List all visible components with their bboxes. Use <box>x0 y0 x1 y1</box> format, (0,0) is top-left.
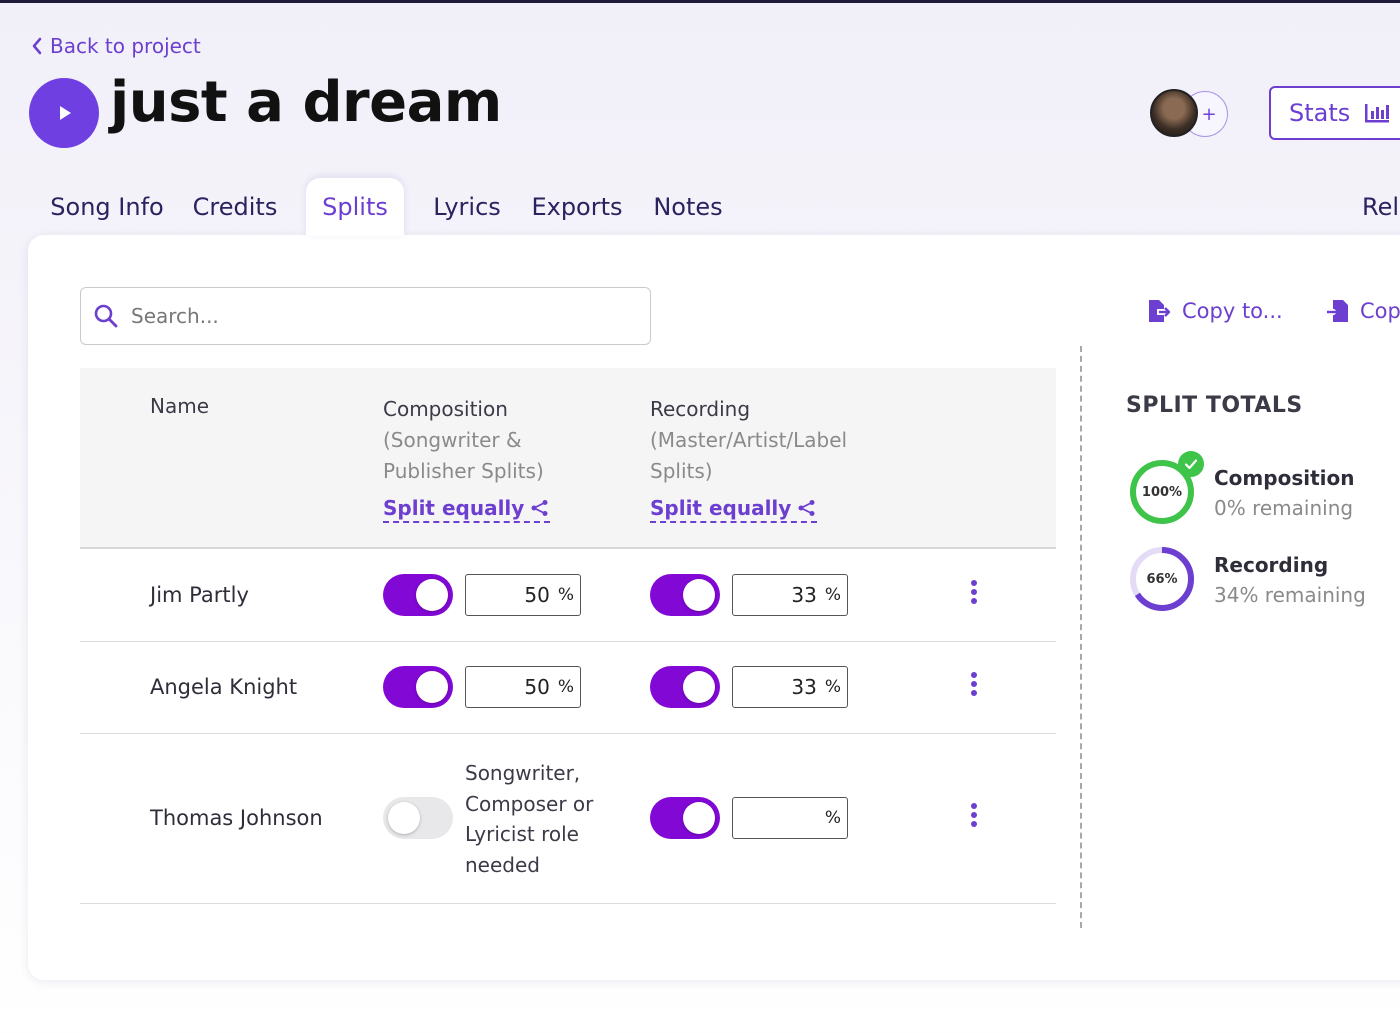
file-import-icon <box>1327 300 1348 322</box>
row-menu-icon[interactable] <box>968 672 980 702</box>
percent-unit: % <box>557 677 574 697</box>
tab-bar: Song Info Credits Splits Lyrics Exports … <box>0 178 1400 236</box>
tab-splits[interactable]: Splits <box>306 178 404 236</box>
tab-release[interactable]: Rele <box>1362 178 1400 236</box>
tab-exports[interactable]: Exports <box>524 178 630 236</box>
window-top-edge <box>0 0 1400 3</box>
row-menu-icon[interactable] <box>968 580 980 610</box>
recording-toggle[interactable] <box>650 797 720 839</box>
recording-header-title: Recording <box>650 397 751 421</box>
tab-notes[interactable]: Notes <box>644 178 732 236</box>
back-label: Back to project <box>50 34 201 58</box>
collaborators: + <box>1150 89 1230 137</box>
chevron-left-icon <box>32 37 42 55</box>
composition-percent-input[interactable]: 50 % <box>465 666 581 708</box>
split-totals-title: SPLIT TOTALS <box>1126 393 1303 418</box>
bar-chart-icon <box>1365 104 1390 123</box>
tab-lyrics[interactable]: Lyrics <box>424 178 510 236</box>
check-icon <box>1178 451 1204 477</box>
recording-toggle[interactable] <box>650 666 720 708</box>
share-nodes-icon <box>531 500 548 516</box>
percent-unit: % <box>824 677 841 697</box>
share-nodes-icon <box>798 500 815 516</box>
percent-unit: % <box>824 585 841 605</box>
name-column-header: Name <box>150 394 210 418</box>
tab-song-info[interactable]: Song Info <box>42 178 172 236</box>
percent-value: 33 <box>791 675 817 699</box>
collaborator-name: Thomas Johnson <box>150 806 323 830</box>
composition-toggle[interactable] <box>383 666 453 708</box>
toggle-knob <box>683 671 715 703</box>
composition-column-header: Composition (Songwriter & Publisher Spli… <box>383 394 623 487</box>
split-equally-label: Split equally <box>650 496 792 520</box>
panel-divider <box>1080 346 1082 928</box>
song-title: just a dream <box>110 70 502 135</box>
tab-credits[interactable]: Credits <box>182 178 288 236</box>
table-row: Thomas Johnson Songwriter, Composer or L… <box>80 734 1056 904</box>
stats-button[interactable]: Stats <box>1269 86 1400 140</box>
recording-remaining: 34% remaining <box>1214 583 1366 607</box>
toggle-knob <box>416 671 448 703</box>
recording-percent-label: 66% <box>1146 571 1178 587</box>
composition-remaining: 0% remaining <box>1214 496 1354 520</box>
stats-label: Stats <box>1289 99 1351 127</box>
recording-percent-input[interactable]: 33 % <box>732 666 848 708</box>
copy-to-label: Copy to... <box>1182 299 1283 323</box>
play-button[interactable] <box>29 78 99 148</box>
composition-split-equally-button[interactable]: Split equally <box>383 496 551 523</box>
composition-header-title: Composition <box>383 397 508 421</box>
file-export-icon <box>1149 300 1171 322</box>
composition-toggle[interactable] <box>383 574 453 616</box>
toggle-knob <box>388 802 420 834</box>
back-to-project-link[interactable]: Back to project <box>30 34 201 58</box>
composition-percent-input[interactable]: 50 % <box>465 574 581 616</box>
copy-from-button[interactable]: Cop <box>1326 298 1400 324</box>
split-equally-label: Split equally <box>383 496 525 520</box>
composition-total-name: Composition <box>1214 466 1355 490</box>
percent-unit: % <box>824 808 841 828</box>
composition-header-subtitle: (Songwriter & Publisher Splits) <box>383 428 544 483</box>
composition-toggle[interactable] <box>383 797 453 839</box>
role-needed-note: Songwriter, Composer or Lyricist role ne… <box>465 761 594 877</box>
splits-table-header: Name Composition (Songwriter & Publisher… <box>80 368 1056 549</box>
table-row: Jim Partly 50 % 33 % <box>80 550 1056 642</box>
percent-value: 50 <box>524 675 550 699</box>
collaborator-name: Jim Partly <box>150 583 249 607</box>
recording-column-header: Recording (Master/Artist/Label Splits) <box>650 394 890 487</box>
collaborator-name: Angela Knight <box>150 675 298 699</box>
recording-header-subtitle: (Master/Artist/Label Splits) <box>650 428 848 483</box>
recording-split-equally-button[interactable]: Split equally <box>650 496 818 523</box>
recording-toggle[interactable] <box>650 574 720 616</box>
search-input[interactable] <box>131 304 631 328</box>
search-icon <box>94 304 118 328</box>
row-menu-icon[interactable] <box>968 803 980 833</box>
search-box <box>80 287 651 345</box>
percent-unit: % <box>557 585 574 605</box>
recording-percent-input[interactable]: % <box>732 797 848 839</box>
toggle-knob <box>416 579 448 611</box>
avatar[interactable] <box>1150 89 1198 137</box>
toggle-knob <box>683 579 715 611</box>
toggle-knob <box>683 802 715 834</box>
recording-total-name: Recording <box>1214 553 1329 577</box>
recording-percent-input[interactable]: 33 % <box>732 574 848 616</box>
percent-value: 50 <box>524 583 550 607</box>
copy-from-label: Cop <box>1360 299 1400 323</box>
percent-value: 33 <box>791 583 817 607</box>
table-row: Angela Knight 50 % 33 % <box>80 642 1056 734</box>
copy-to-button[interactable]: Copy to... <box>1146 298 1283 324</box>
play-icon <box>60 106 71 120</box>
